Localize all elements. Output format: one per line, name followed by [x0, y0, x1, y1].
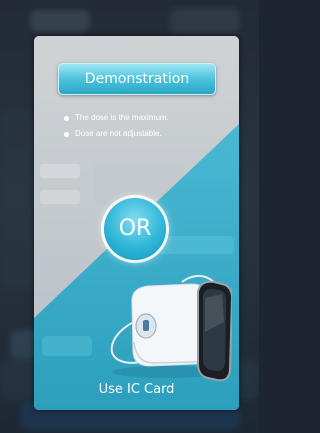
demonstration-button[interactable]: Demonstration: [58, 63, 216, 95]
note-item: Dose are not adjustable.: [64, 126, 234, 142]
bullet-icon: [64, 131, 69, 137]
note-text: The dose is the maximum.: [75, 113, 169, 122]
bullet-icon: [64, 115, 69, 121]
note-text: Dose are not adjustable.: [75, 129, 162, 138]
note-item: The dose is the maximum.: [64, 110, 234, 126]
dose-notes: The dose is the maximum. Dose are not ad…: [64, 110, 234, 142]
or-separator: OR: [104, 198, 166, 260]
use-ic-card-label[interactable]: Use IC Card: [34, 382, 239, 397]
ic-card-dialog: Demonstration The dose is the maximum. D…: [34, 36, 239, 410]
ic-card-reader-device-icon: [110, 275, 232, 382]
